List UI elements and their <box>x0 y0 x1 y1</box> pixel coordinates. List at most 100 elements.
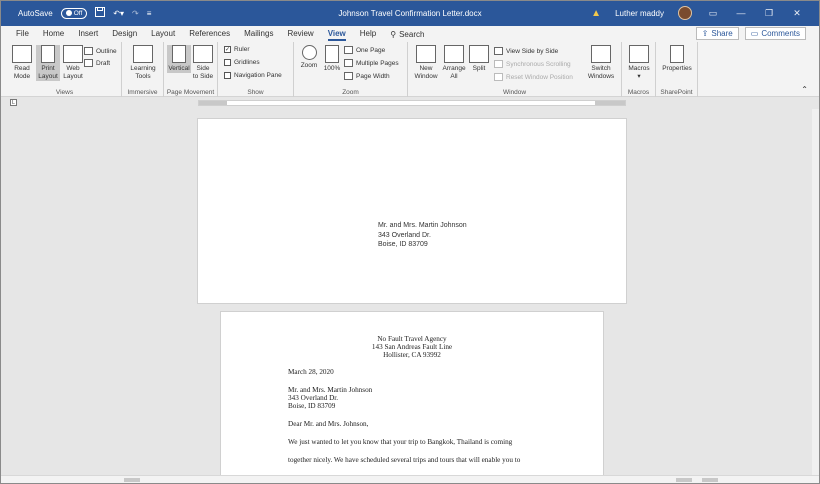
ruler-checkbox[interactable]: ✓ Ruler <box>224 46 250 53</box>
draft-icon <box>84 59 93 67</box>
ruler-row: L <box>0 97 820 109</box>
properties-button[interactable]: Properties <box>660 45 694 73</box>
new-window-button[interactable]: New Window <box>412 45 440 81</box>
draft-button[interactable]: Draft <box>84 59 110 67</box>
collapse-ribbon-icon[interactable]: ⌃ <box>801 85 808 94</box>
one-page-button[interactable]: One Page <box>344 46 385 54</box>
reset-position-icon <box>494 73 503 81</box>
share-button[interactable]: ⇪ Share <box>695 27 739 40</box>
group-window: New Window Arrange All Split View Side b… <box>408 42 622 97</box>
minimize-icon[interactable]: — <box>734 8 748 18</box>
tab-selector[interactable]: L <box>10 99 17 106</box>
vertical-button[interactable]: Vertical <box>167 45 191 73</box>
gridlines-label: Gridlines <box>234 59 260 66</box>
inside-address: Mr. and Mrs. Martin Johnson 343 Overland… <box>288 386 372 411</box>
title-bar: AutoSave Off ↶▾ ↷ ≡ Johnson Travel Confi… <box>0 0 820 26</box>
ribbon-display-options-icon[interactable]: ▭ <box>706 8 720 19</box>
arrange-all-button[interactable]: Arrange All <box>440 45 468 81</box>
group-label-show: Show <box>247 89 264 96</box>
side-to-side-button[interactable]: Side to Side <box>192 45 214 81</box>
warning-icon[interactable]: ▲ <box>591 8 601 19</box>
search-box[interactable]: ⚲ Search <box>390 28 424 41</box>
sender-name: No Fault Travel Agency <box>377 335 447 343</box>
outline-label: Outline <box>96 47 117 55</box>
view-side-by-side-label: View Side by Side <box>506 47 559 55</box>
tab-layout[interactable]: Layout <box>151 28 175 41</box>
recipient-city: Boise, ID 83709 <box>288 402 336 411</box>
outline-button[interactable]: Outline <box>84 47 117 55</box>
document-workspace: Mr. and Mrs. Martin Johnson 343 Overland… <box>0 109 812 475</box>
checkmark-icon: ✓ <box>224 46 231 53</box>
view-side-by-side-button[interactable]: View Side by Side <box>494 47 558 55</box>
tab-view[interactable]: View <box>327 28 346 41</box>
page-width-button[interactable]: Page Width <box>344 72 390 80</box>
envelope-page[interactable]: Mr. and Mrs. Martin Johnson 343 Overland… <box>197 118 627 304</box>
navigation-pane-checkbox[interactable]: Navigation Pane <box>224 72 282 79</box>
tab-mailings[interactable]: Mailings <box>244 28 273 41</box>
tab-help[interactable]: Help <box>360 28 376 41</box>
tab-references[interactable]: References <box>189 28 230 41</box>
split-label: Split <box>472 65 486 72</box>
group-label-zoom: Zoom <box>342 89 359 96</box>
zoom-100-button[interactable]: 100% <box>322 45 342 73</box>
restore-icon[interactable]: ❐ <box>762 8 776 19</box>
read-mode-label-1: Read <box>14 65 30 72</box>
zoom-100-label: 100% <box>323 65 341 72</box>
properties-icon <box>670 45 684 63</box>
comments-button[interactable]: ▭ Comments <box>744 27 806 40</box>
vertical-scrollbar[interactable] <box>812 109 820 475</box>
gridlines-checkbox[interactable]: Gridlines <box>224 59 260 66</box>
horizontal-ruler[interactable] <box>198 100 626 106</box>
arrange-all-label-1: Arrange <box>442 65 466 72</box>
arrange-all-icon <box>444 45 464 63</box>
print-layout-label-2: Layout <box>38 73 58 80</box>
close-icon[interactable]: ✕ <box>790 8 804 19</box>
synchronous-scrolling-button: Synchronous Scrolling <box>494 60 571 68</box>
zoom-label: Zoom <box>300 62 318 69</box>
print-layout-label-1: Print <box>41 65 55 72</box>
comment-icon: ▭ <box>750 29 759 38</box>
group-views: Read Mode Print Layout Web Layout Outlin… <box>8 42 122 97</box>
split-button[interactable]: Split <box>468 45 490 73</box>
web-layout-button[interactable]: Web Layout <box>62 45 84 81</box>
envelope-recipient-street: 343 Overland Dr. <box>378 231 431 239</box>
envelope-recipient-name: Mr. and Mrs. Martin Johnson <box>378 222 467 229</box>
web-layout-icon <box>63 45 83 63</box>
user-name[interactable]: Luther maddy <box>615 9 664 18</box>
switch-windows-button[interactable]: Switch Windows <box>584 45 618 81</box>
zoom-slider[interactable] <box>702 478 718 482</box>
multiple-pages-icon <box>344 59 353 67</box>
recipient-name: Mr. and Mrs. Martin Johnson <box>288 386 373 394</box>
letter-page[interactable]: No Fault Travel Agency 143 San Andreas F… <box>220 311 604 475</box>
comments-label: Comments <box>761 29 800 38</box>
properties-label: Properties <box>662 65 692 72</box>
group-page-movement: Vertical Side to Side Page Movement <box>164 42 218 97</box>
learning-tools-label-2: Tools <box>135 73 151 80</box>
multiple-pages-button[interactable]: Multiple Pages <box>344 59 399 67</box>
tab-insert[interactable]: Insert <box>78 28 98 41</box>
tab-home[interactable]: Home <box>43 28 64 41</box>
zoom-button[interactable]: Zoom <box>298 45 320 70</box>
side-to-side-label-1: Side <box>196 65 210 72</box>
envelope-recipient-city: Boise, ID 83709 <box>378 241 428 248</box>
tabs-right: ⇪ Share ▭ Comments <box>695 27 806 40</box>
tab-review[interactable]: Review <box>287 28 313 41</box>
print-layout-button[interactable]: Print Layout <box>36 45 60 81</box>
switch-windows-label-1: Switch <box>591 65 611 72</box>
group-macros: Macros ▾ Macros <box>622 42 656 97</box>
tab-file[interactable]: File <box>16 28 29 41</box>
letter-date: March 28, 2020 <box>288 368 334 376</box>
sender-street: 143 San Andreas Fault Line <box>371 343 453 352</box>
reset-position-label: Reset Window Position <box>506 73 573 81</box>
split-icon <box>469 45 489 63</box>
web-layout-label-2: Layout <box>63 73 83 80</box>
status-indicator <box>124 478 140 482</box>
view-mode-indicator[interactable] <box>676 478 692 482</box>
macros-button[interactable]: Macros ▾ <box>626 45 652 81</box>
avatar[interactable] <box>678 6 692 20</box>
search-icon: ⚲ <box>390 30 397 39</box>
print-layout-icon <box>41 45 55 63</box>
read-mode-button[interactable]: Read Mode <box>12 45 32 81</box>
tab-design[interactable]: Design <box>112 28 137 41</box>
learning-tools-button[interactable]: Learning Tools <box>128 45 158 81</box>
